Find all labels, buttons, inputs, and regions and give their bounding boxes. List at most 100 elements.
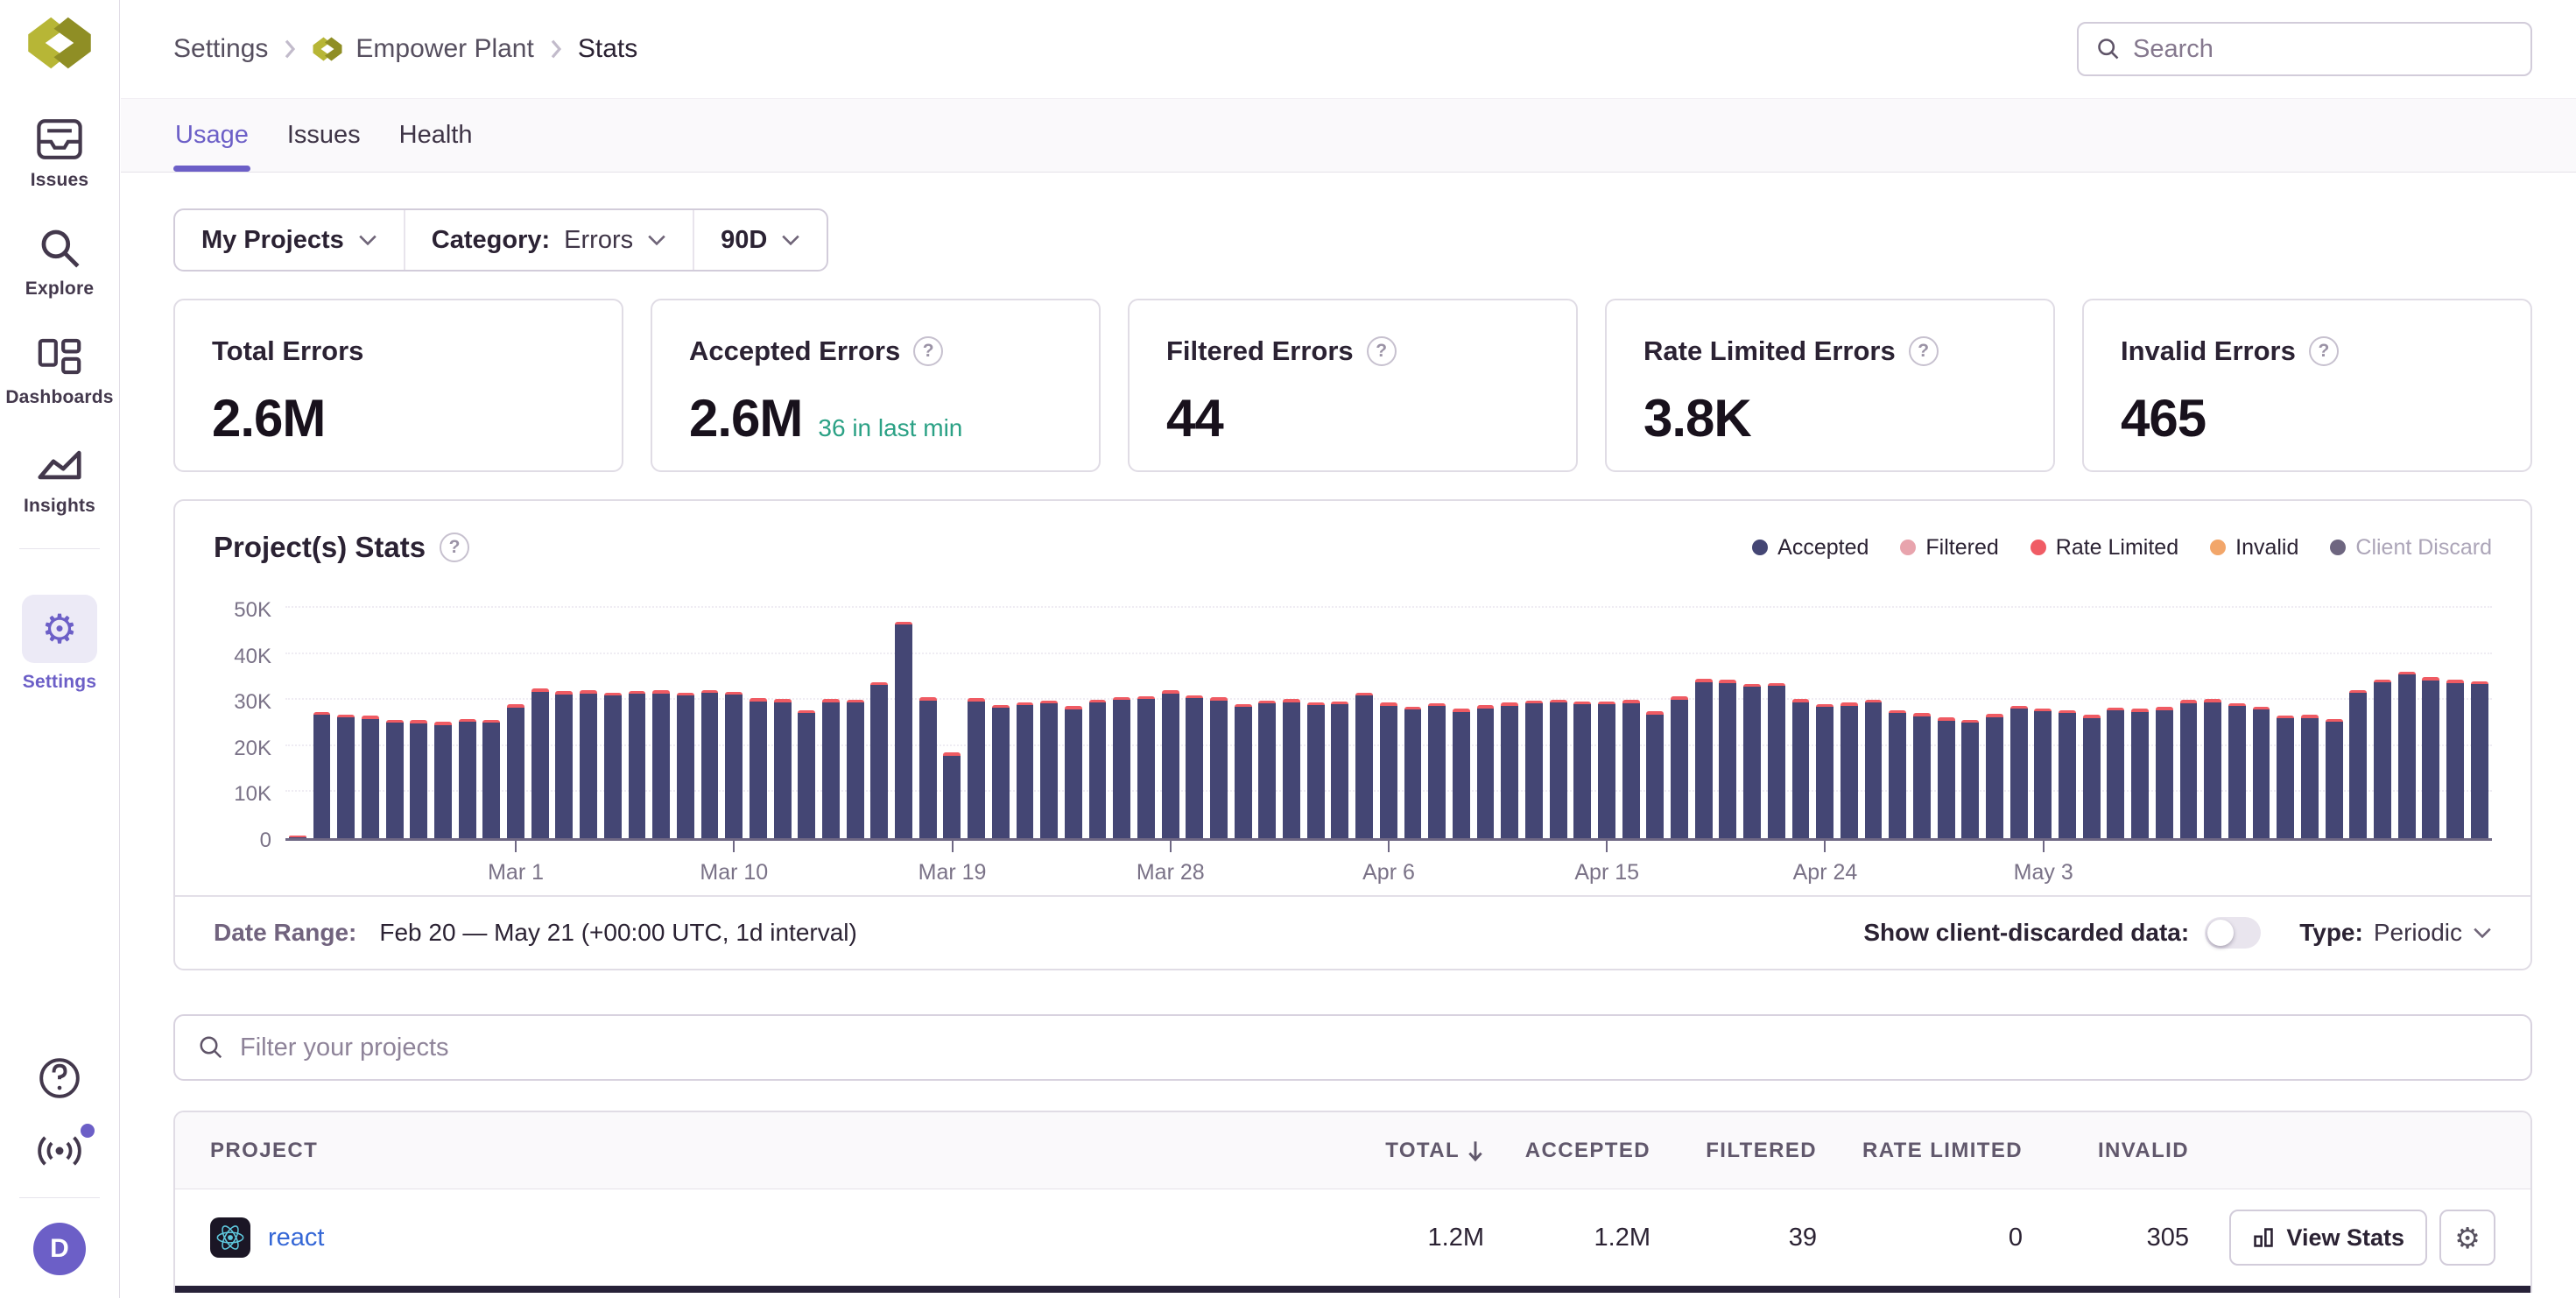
bar — [2395, 578, 2419, 838]
bar — [1522, 578, 1546, 838]
bar — [1231, 578, 1256, 838]
react-platform-icon — [210, 1217, 250, 1258]
search-input[interactable] — [2133, 35, 2513, 64]
x-axis-tick — [1388, 841, 1390, 852]
stat-cards: Total Errors 2.6M Accepted Errors 2.6M 3… — [173, 299, 2532, 472]
bar — [916, 578, 940, 838]
breadcrumb-settings[interactable]: Settings — [173, 34, 268, 64]
help-icon[interactable] — [1909, 336, 1939, 366]
filter-bar: My Projects Category: Errors 90D — [173, 208, 828, 272]
cell-invalid: 305 — [2023, 1224, 2189, 1252]
bar — [1279, 578, 1304, 838]
stat-card-note: 36 in last min — [818, 414, 962, 442]
x-axis-label: Mar 28 — [1137, 860, 1205, 885]
header-filtered[interactable]: FILTERED — [1650, 1139, 1817, 1163]
whats-new-button[interactable] — [35, 1131, 84, 1171]
bar — [2370, 578, 2395, 838]
bar — [1182, 578, 1207, 838]
bar — [2443, 578, 2467, 838]
header-rate-limited[interactable]: RATE LIMITED — [1817, 1139, 2023, 1163]
legend-dot — [1900, 540, 1916, 555]
project-filter[interactable] — [173, 1014, 2532, 1081]
help-button[interactable] — [37, 1055, 82, 1101]
project-link[interactable]: react — [268, 1224, 324, 1252]
legend-label: Invalid — [2235, 535, 2298, 561]
legend-item[interactable]: Invalid — [2210, 535, 2298, 561]
global-search[interactable] — [2077, 22, 2532, 76]
stat-card-total-errors: Total Errors 2.6M — [173, 299, 623, 472]
bar — [1764, 578, 1789, 838]
legend-item[interactable]: Filtered — [1900, 535, 1998, 561]
sidebar-item-insights[interactable]: Insights — [7, 443, 112, 517]
bar — [1812, 578, 1837, 838]
bar — [1692, 578, 1716, 838]
bar — [989, 578, 1013, 838]
chart-plot — [285, 578, 2492, 841]
client-discard-toggle[interactable] — [2205, 917, 2261, 949]
stat-card-accepted-errors: Accepted Errors 2.6M 36 in last min — [651, 299, 1101, 472]
header-total[interactable]: TOTAL — [1318, 1139, 1484, 1163]
top-bar: Settings Empower Plant Stats — [121, 0, 2576, 98]
help-icon[interactable] — [1367, 336, 1397, 366]
y-axis-label: 40K — [234, 645, 271, 669]
org-logo[interactable] — [25, 14, 94, 72]
legend-item[interactable]: Client Discard — [2330, 535, 2492, 561]
date-range-value: Feb 20 — May 21 (+00:00 UTC, 1d interval… — [379, 919, 856, 947]
bar — [503, 578, 528, 838]
view-stats-button[interactable]: View Stats — [2229, 1210, 2427, 1266]
sidebar-item-issues[interactable]: Issues — [7, 117, 112, 191]
projects-table: PROJECT TOTAL ACCEPTED FILTERED RATE LIM… — [173, 1111, 2532, 1293]
breadcrumb-stats: Stats — [578, 34, 637, 64]
x-axis-label: Apr 24 — [1793, 860, 1858, 885]
project-selector[interactable]: My Projects — [175, 210, 404, 270]
breadcrumb-organization[interactable]: Empower Plant — [312, 34, 533, 64]
search-icon — [198, 1034, 224, 1061]
legend-item[interactable]: Rate Limited — [2031, 535, 2178, 561]
project-filter-input[interactable] — [240, 1033, 2508, 1062]
help-icon[interactable] — [440, 533, 469, 562]
tab-health[interactable]: Health — [398, 99, 475, 172]
x-axis-tick — [1824, 841, 1826, 852]
type-selector[interactable]: Type: Periodic — [2299, 919, 2492, 947]
tab-usage[interactable]: Usage — [173, 99, 250, 172]
bar-chart-icon — [2252, 1226, 2275, 1249]
bar — [746, 578, 771, 838]
legend-item[interactable]: Accepted — [1752, 535, 1869, 561]
project-settings-button[interactable]: ⚙ — [2439, 1210, 2495, 1266]
sidebar-item-settings[interactable]: ⚙ Settings — [7, 595, 112, 693]
x-axis-label: Mar 10 — [700, 860, 768, 885]
header-invalid[interactable]: INVALID — [2023, 1139, 2189, 1163]
cell-accepted: 1.2M — [1484, 1224, 1650, 1252]
period-selector[interactable]: 90D — [693, 210, 827, 270]
bar — [383, 578, 407, 838]
bar — [2031, 578, 2056, 838]
bar — [2177, 578, 2201, 838]
date-range-label: Date Range: — [214, 919, 356, 947]
user-avatar[interactable]: D — [33, 1223, 86, 1275]
sidebar-item-dashboards[interactable]: Dashboards — [7, 335, 112, 408]
project-stats-panel: Project(s) Stats Accepted Filtered Rate … — [173, 499, 2532, 970]
bar — [1352, 578, 1376, 838]
dashboards-grid-icon — [35, 335, 84, 378]
help-icon[interactable] — [913, 336, 943, 366]
category-selector[interactable]: Category: Errors — [404, 210, 693, 270]
bar — [843, 578, 868, 838]
header-accepted[interactable]: ACCEPTED — [1484, 1139, 1650, 1163]
stat-card-label: Rate Limited Errors — [1643, 335, 1896, 367]
x-axis-label: Apr 6 — [1362, 860, 1415, 885]
help-circle-icon — [37, 1055, 82, 1101]
tab-issues[interactable]: Issues — [285, 99, 362, 172]
bar — [334, 578, 358, 838]
bar — [406, 578, 431, 838]
bar — [2419, 578, 2444, 838]
tab-strip: Usage Issues Health — [121, 98, 2576, 173]
help-icon[interactable] — [2309, 336, 2339, 366]
chevron-down-icon — [647, 234, 666, 246]
sidebar-item-explore[interactable]: Explore — [7, 226, 112, 300]
bar — [1982, 578, 2007, 838]
bar — [625, 578, 650, 838]
chevron-down-icon — [358, 234, 377, 246]
sidebar-divider — [19, 548, 100, 549]
bar — [891, 578, 916, 838]
header-project[interactable]: PROJECT — [210, 1139, 1318, 1163]
